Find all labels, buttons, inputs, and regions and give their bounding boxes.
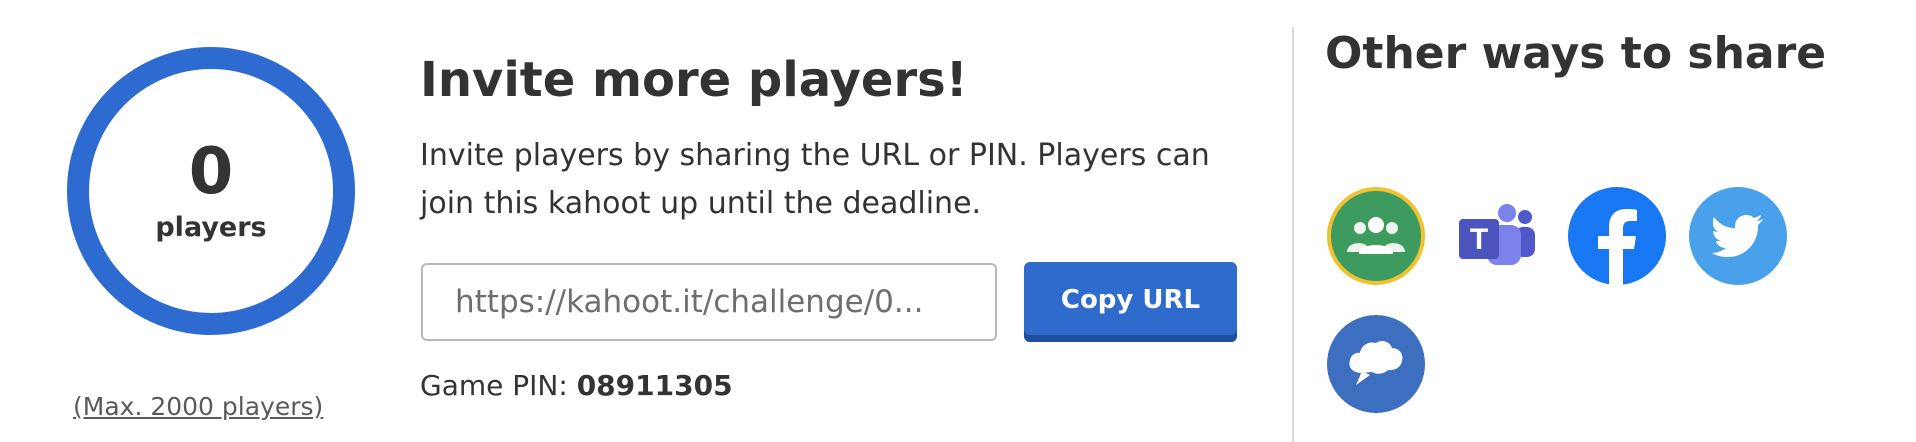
game-pin-label: Game PIN: xyxy=(420,369,568,402)
max-players-link[interactable]: (Max. 2000 players) xyxy=(73,392,323,421)
section-divider xyxy=(1292,27,1294,442)
svg-text:T: T xyxy=(1470,223,1488,256)
player-count: 0 xyxy=(188,134,234,209)
google-classroom-share-button[interactable] xyxy=(1327,187,1425,285)
remind-share-button[interactable] xyxy=(1327,315,1425,413)
microsoft-teams-icon: T xyxy=(1459,204,1535,265)
facebook-share-button[interactable] xyxy=(1568,187,1666,285)
share-title: Other ways to share xyxy=(1325,28,1827,79)
player-count-label: players xyxy=(155,211,267,243)
game-pin-value: 08911305 xyxy=(576,369,733,402)
microsoft-teams-share-button[interactable]: T xyxy=(1448,187,1546,285)
invite-title: Invite more players! xyxy=(420,52,968,108)
twitter-share-button[interactable] xyxy=(1689,187,1787,285)
facebook-icon xyxy=(1598,209,1637,285)
google-classroom-icon xyxy=(1347,217,1405,254)
copy-url-button[interactable]: Copy URL xyxy=(1024,262,1237,342)
challenge-url-field[interactable] xyxy=(421,263,997,341)
game-pin: Game PIN: 08911305 xyxy=(420,369,733,402)
remind-icon xyxy=(1349,340,1403,385)
player-count-ring: 0 players xyxy=(67,47,355,335)
invite-description: Invite players by sharing the URL or PIN… xyxy=(420,138,1210,221)
twitter-icon xyxy=(1712,215,1763,257)
